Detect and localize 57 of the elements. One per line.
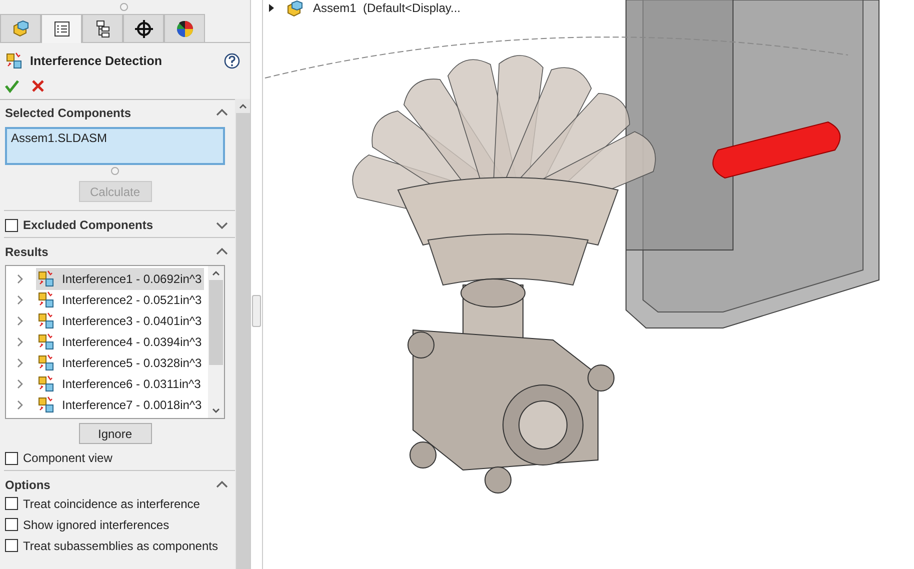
interference-icon — [38, 332, 56, 350]
interference-icon — [38, 396, 56, 414]
checkmark-icon[interactable] — [4, 78, 20, 94]
section-title: Results — [5, 245, 48, 259]
list-icon — [52, 19, 72, 39]
section-title: Options — [5, 478, 50, 492]
resize-handle-icon[interactable] — [111, 167, 119, 175]
close-icon[interactable] — [30, 78, 46, 94]
result-label: Interference3 - 0.0401in^3 — [62, 314, 202, 328]
resize-handle-icon[interactable] — [120, 3, 128, 11]
panel-tab[interactable] — [123, 14, 164, 42]
checkbox[interactable] — [5, 539, 18, 552]
result-label: Interference6 - 0.0311in^3 — [62, 376, 201, 390]
result-label: Interference7 - 0.0018in^3 — [62, 398, 202, 412]
result-item[interactable]: Interference2 - 0.0521in^3 — [36, 288, 204, 310]
section-title: Selected Components — [5, 106, 132, 120]
result-item[interactable]: Interference3 - 0.0401in^3 — [36, 310, 204, 332]
cube-icon — [10, 18, 30, 38]
checkbox-label: Treat coincidence as interference — [23, 496, 200, 510]
scrollbar-thumb[interactable] — [236, 113, 250, 569]
interference-icon — [38, 354, 56, 372]
color-wheel-icon — [174, 18, 194, 38]
section-title: Excluded Components — [23, 218, 154, 232]
result-label: Interference4 - 0.0394in^3 — [62, 334, 202, 348]
tree-item-label[interactable]: Assem1 (Default<Display... — [313, 0, 460, 14]
checkbox-label: Treat subassemblies as components — [23, 538, 218, 552]
collapse-handle-icon[interactable] — [252, 294, 261, 326]
result-item[interactable]: Interference7 - 0.0018in^3 — [36, 394, 204, 416]
interference-icon — [38, 312, 56, 330]
checkbox-label: Show ignored interferences — [23, 518, 170, 532]
list-item[interactable]: Assem1.SLDASM — [11, 131, 219, 145]
result-label: Interference5 - 0.0328in^3 — [62, 356, 202, 370]
crosshair-icon — [134, 18, 154, 38]
panel-tab[interactable] — [82, 14, 123, 42]
selection-list[interactable]: Assem1.SLDASM — [5, 127, 225, 165]
help-icon[interactable] — [224, 53, 240, 69]
panel-tab[interactable] — [41, 14, 82, 43]
scrollbar-thumb[interactable] — [209, 280, 223, 365]
result-label: Interference2 - 0.0521in^3 — [62, 292, 202, 306]
checkbox[interactable] — [5, 518, 18, 531]
interference-icon — [38, 374, 56, 392]
checkbox[interactable] — [5, 497, 18, 510]
interference-icon — [6, 52, 24, 70]
ignore-button[interactable]: Ignore — [78, 423, 152, 444]
result-label: Interference1 - 0.0692in^3 — [62, 272, 202, 286]
checkbox[interactable] — [5, 218, 18, 232]
interference-icon — [38, 270, 56, 288]
panel-tab[interactable] — [164, 14, 205, 42]
cube-icon — [285, 0, 305, 16]
interference-icon — [38, 290, 56, 308]
result-item[interactable]: Interference6 - 0.0311in^3 — [36, 372, 203, 394]
result-item[interactable]: Interference5 - 0.0328in^3 — [36, 352, 204, 374]
checkbox-label: Component view — [23, 451, 112, 465]
checkbox[interactable] — [5, 452, 18, 464]
panel-title: Interference Detection — [30, 54, 163, 68]
result-item[interactable]: Interference1 - 0.0692in^3 — [36, 268, 204, 290]
result-item[interactable]: Interference4 - 0.0394in^3 — [36, 330, 204, 352]
